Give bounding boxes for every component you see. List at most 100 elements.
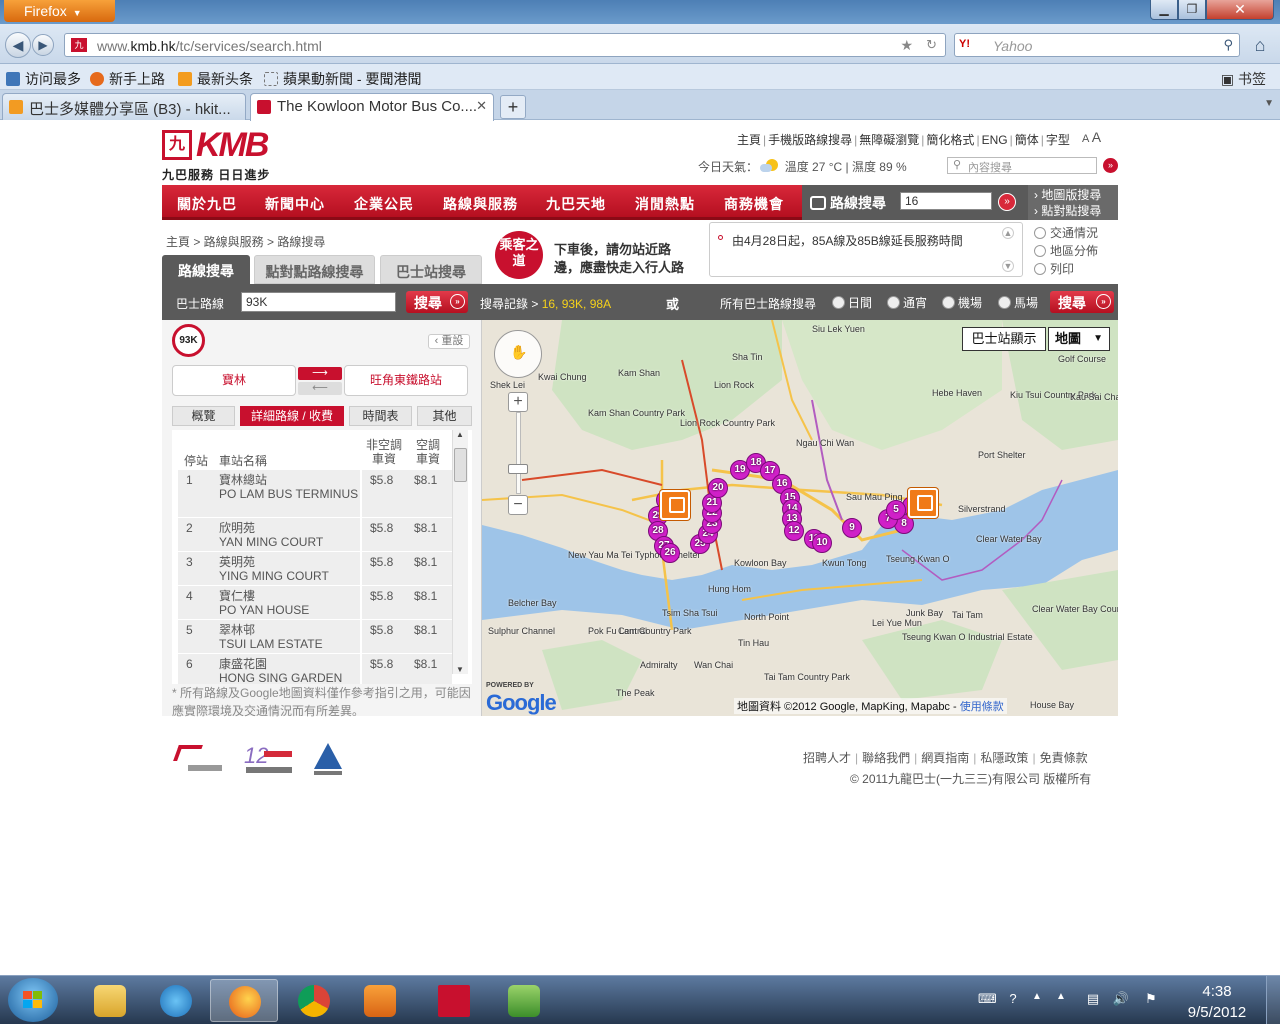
network-icon[interactable]: ▤ (1084, 991, 1102, 1007)
bookmark-apple-news[interactable]: 蘋果動新聞 - 要聞港聞 (264, 69, 421, 89)
back-button[interactable]: ◀ (5, 32, 31, 58)
bus-stop-pin[interactable]: 10 (812, 533, 832, 553)
tab-kmb[interactable]: The Kowloon Motor Bus Co.... ✕ (250, 93, 494, 121)
link-traffic[interactable]: 交通情況 (1034, 224, 1098, 242)
tab-hkitalk[interactable]: 巴士多媒體分享區 (B3) - hkit... (2, 93, 246, 120)
route-search-button[interactable]: 搜尋 » (406, 291, 468, 313)
radio-airport[interactable]: 機場 (942, 294, 982, 311)
site-search-go-button[interactable]: » (1103, 158, 1118, 173)
terminus-marker-mongkok[interactable] (660, 490, 690, 520)
certification-logo[interactable] (312, 743, 344, 777)
stop-name[interactable]: 寶林總站 PO LAM BUS TERMINUS (219, 473, 358, 501)
stop-row[interactable]: 3 英明苑 YING MING COURT $5.8 $8.1 (178, 552, 452, 586)
bookmark-getting-started[interactable]: 新手上路 (90, 69, 165, 89)
bookmarks-menu[interactable]: ▣ 书签 (1221, 69, 1266, 89)
nav-route-input[interactable]: 16 (900, 192, 992, 210)
nav-corporate-citizen[interactable]: 企業公民 (354, 194, 414, 214)
terminus-marker-polam[interactable] (908, 488, 938, 518)
taskbar-zynga[interactable] (420, 979, 488, 1022)
stop-row[interactable]: 2 欣明苑 YAN MING COURT $5.8 $8.1 (178, 518, 452, 552)
stop-table-scrollbar[interactable]: ▲ ▼ (452, 430, 468, 674)
route-destination[interactable]: 旺角東鐵路站 (344, 365, 468, 396)
stop-name[interactable]: 翠林邨 TSUI LAM ESTATE (219, 623, 323, 651)
maximize-button[interactable]: ❐ (1178, 0, 1206, 20)
link-simplified[interactable]: 簡体 (1015, 133, 1039, 147)
stop-name[interactable]: 欣明苑 YAN MING COURT (219, 521, 323, 549)
bookmark-star-icon[interactable]: ★ (900, 37, 913, 54)
link-simple-format[interactable]: 簡化格式 (926, 133, 974, 147)
link-home[interactable]: 主頁 (737, 133, 761, 147)
bookmark-headlines[interactable]: 最新头条 (178, 69, 253, 89)
site-search-input[interactable]: ⚲ 內容搜尋 (947, 157, 1097, 174)
route-origin[interactable]: 寶林 (172, 365, 296, 396)
show-hidden-icons[interactable]: ▲ (1052, 991, 1070, 1007)
tab-p2p-search[interactable]: 點對點路線搜尋 (254, 255, 375, 284)
zoom-out-button[interactable]: − (508, 495, 528, 515)
zoom-slider-track[interactable] (516, 412, 521, 494)
scroll-up-icon[interactable]: ▲ (1002, 227, 1014, 239)
link-careers[interactable]: 招聘人才 (803, 751, 851, 765)
close-window-button[interactable]: ✕ (1206, 0, 1274, 20)
nav-about-kmb[interactable]: 關於九巴 (177, 194, 237, 214)
stop-row[interactable]: 6 康盛花園 HONG SING GARDEN $5.8 $8.1 (178, 654, 452, 684)
show-desktop-button[interactable] (1266, 976, 1280, 1024)
firefox-menu-button[interactable]: Firefox ▼ (4, 0, 115, 22)
nav-kmb-world[interactable]: 九巴天地 (546, 194, 606, 214)
scrollbar-thumb[interactable] (454, 448, 467, 482)
nav-leisure[interactable]: 消閒熱點 (635, 194, 695, 214)
terms-of-use-link[interactable]: 使用條款 (960, 701, 1004, 713)
route-map[interactable]: Siu Lek Yuen Sha Tin Kam Shan Kwai Chung Lio… (482, 320, 1118, 716)
stop-row[interactable]: 4 寶仁樓 PO YAN HOUSE $5.8 $8.1 (178, 586, 452, 620)
stop-name[interactable]: 寶仁樓 PO YAN HOUSE (219, 589, 309, 617)
home-icon[interactable]: ⌂ (1248, 33, 1272, 57)
nav-routes-services[interactable]: 路線與服務 (443, 194, 518, 214)
radio-racecourse[interactable]: 馬場 (998, 294, 1038, 311)
tab-timetable[interactable]: 時間表 (349, 406, 412, 426)
scroll-up-icon[interactable]: ▲ (456, 430, 464, 439)
bus-stop-pin[interactable]: 26 (660, 543, 680, 563)
taskbar-ie[interactable] (142, 979, 210, 1022)
taskbar-messenger[interactable] (490, 979, 558, 1022)
reset-button[interactable]: ‹ 重設 (428, 334, 470, 349)
route-input[interactable]: 93K (241, 292, 396, 312)
tab-other[interactable]: 其他 (417, 406, 472, 426)
url-bar[interactable]: 九 www.kmb.hk/tc/services/search.html ★ ↻ (64, 33, 946, 57)
search-icon[interactable]: ⚲ (1223, 37, 1233, 53)
link-english[interactable]: ENG (982, 133, 1008, 147)
new-tab-button[interactable]: + (500, 95, 526, 119)
zoom-in-button[interactable]: + (508, 392, 528, 412)
scroll-down-icon[interactable]: ▼ (1002, 260, 1014, 272)
transport-international-logo[interactable] (170, 743, 226, 777)
help-icon[interactable]: ? (1004, 991, 1022, 1007)
breadcrumb[interactable]: 主頁 > 路線與服務 > 路線搜尋 (166, 233, 325, 250)
notice-text[interactable]: 由4月28日起，85A線及85B線延長服務時間 (732, 232, 963, 249)
google-logo[interactable]: Google (486, 690, 557, 716)
bus-stop-pin[interactable]: 5 (886, 500, 906, 520)
tab-detail-fares[interactable]: 詳細路線 / 收費 (240, 406, 344, 426)
stop-name[interactable]: 康盛花園 HONG SING GARDEN (219, 657, 342, 684)
volume-icon[interactable]: 🔊 (1112, 991, 1130, 1007)
tab-list-icon[interactable]: ▼ (1264, 98, 1274, 109)
radio-overnight[interactable]: 通宵 (887, 294, 927, 311)
link-district[interactable]: 地區分佈 (1034, 242, 1098, 260)
bus-stop-pin[interactable]: 9 (842, 518, 862, 538)
forward-button[interactable]: ▶ (32, 34, 54, 56)
link-print[interactable]: 列印 (1034, 260, 1098, 278)
radio-day[interactable]: 日間 (832, 294, 872, 311)
minimize-button[interactable]: ▁ (1150, 0, 1178, 20)
map-pan-control[interactable]: ✋ (494, 330, 542, 378)
swap-direction-button[interactable]: ⟶ ⟵ (298, 367, 342, 395)
stop-name[interactable]: 英明苑 YING MING COURT (219, 555, 329, 583)
all-routes-search-button[interactable]: 搜尋 » (1050, 291, 1114, 313)
tray-expand-icon[interactable]: ▲ (1028, 991, 1046, 1007)
tab-overview[interactable]: 概覽 (172, 406, 235, 426)
link-contact[interactable]: 聯絡我們 (862, 751, 910, 765)
keyboard-icon[interactable]: ⌨ (978, 991, 997, 1007)
scroll-down-icon[interactable]: ▼ (456, 665, 464, 674)
font-smaller-button[interactable]: A (1082, 133, 1089, 145)
link-p2p-search[interactable]: › 點對點搜尋 (1034, 203, 1118, 219)
kmb-logo[interactable]: 九 KMB 九巴服務 日日進步 (162, 126, 282, 182)
bus-stop-pin[interactable]: 20 (708, 478, 728, 498)
tab-stop-search[interactable]: 巴士站搜尋 (380, 255, 482, 284)
map-type-dropdown[interactable]: 地圖 ▼ (1048, 327, 1110, 351)
